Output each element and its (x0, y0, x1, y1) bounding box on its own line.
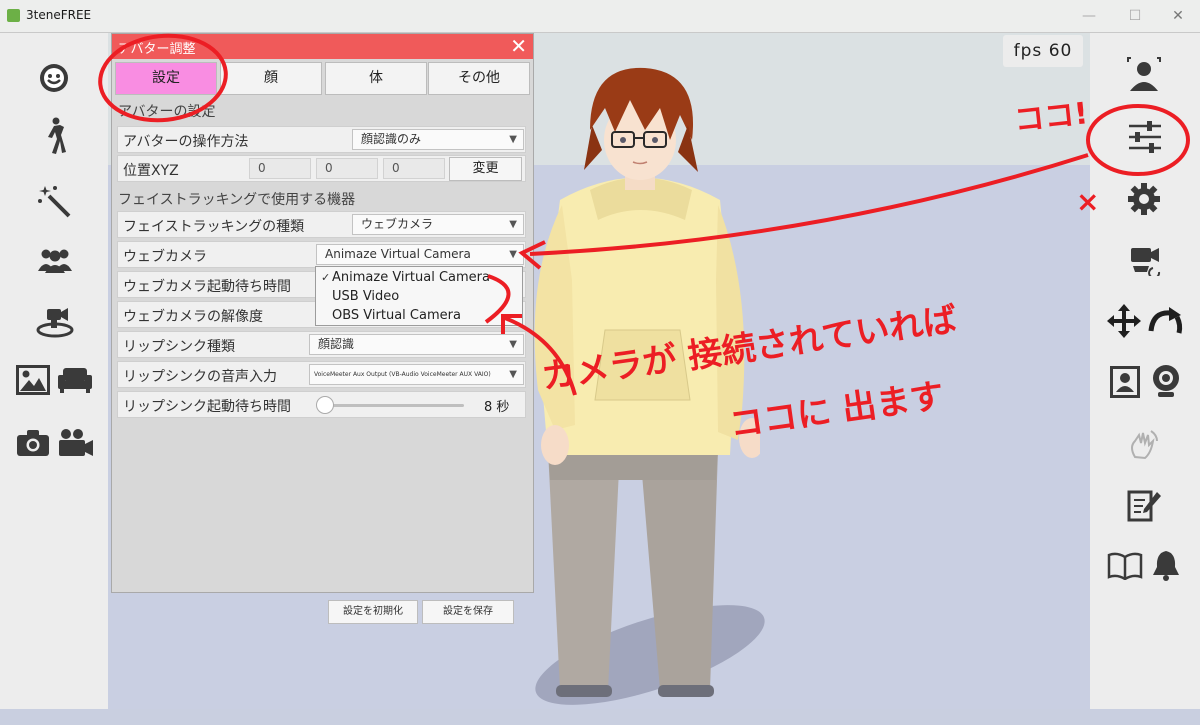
lipsync-type-label: リップシンク種類 (123, 339, 235, 355)
minimize-button[interactable]: — (1067, 4, 1111, 28)
left-sidebar (0, 33, 108, 709)
lipsync-input-label: リップシンクの音声入力 (123, 369, 277, 385)
panel-header: アバター調整 ✕ (112, 34, 533, 59)
dropdown-option-obs[interactable]: OBS Virtual Camera (332, 308, 461, 323)
video-camera-icon[interactable] (56, 427, 96, 459)
save-settings-button[interactable]: 設定を保存 (422, 600, 514, 624)
window-title: 3teneFREE (26, 8, 92, 22)
magic-wand-icon[interactable] (36, 183, 74, 219)
image-icon[interactable] (14, 363, 52, 397)
sliders-icon[interactable] (1126, 119, 1164, 155)
lipsync-type-value: 顔認識 (318, 337, 355, 351)
operation-method-select[interactable]: 顔認識のみ ▼ (352, 129, 524, 150)
tracking-type-label: フェイストラッキングの種類 (123, 219, 305, 235)
dropdown-option-usb-video[interactable]: USB Video (332, 289, 399, 304)
position-x-input[interactable]: 0 (249, 158, 311, 179)
webcam-select[interactable]: Animaze Virtual Camera ▼ (316, 244, 524, 265)
portrait-icon[interactable] (1108, 365, 1142, 399)
close-button[interactable]: ✕ (1156, 4, 1200, 28)
tracking-type-value: ウェブカメラ (361, 217, 434, 231)
maximize-button[interactable]: ☐ (1113, 4, 1157, 28)
panel-close-button[interactable]: ✕ (510, 35, 527, 57)
pose-figure-icon[interactable] (40, 117, 70, 155)
row-tracking-type: フェイストラッキングの種類 ウェブカメラ ▼ (117, 211, 526, 238)
operation-method-label: アバターの操作方法 (123, 134, 249, 150)
webcam-label: ウェブカメラ (123, 249, 207, 265)
row-lipsync-type: リップシンク種類 顔認識 ▼ (117, 331, 526, 358)
row-operation-method: アバターの操作方法 顔認識のみ ▼ (117, 126, 526, 153)
camera-stage-icon[interactable] (34, 305, 76, 339)
reset-settings-button[interactable]: 設定を初期化 (328, 600, 418, 624)
sofa-icon[interactable] (56, 365, 94, 395)
section-tracking-device: フェイストラッキングで使用する機器 (118, 192, 356, 208)
app-icon (7, 9, 20, 22)
rotate-arrow-icon[interactable] (1146, 305, 1186, 339)
chevron-down-icon: ▼ (509, 249, 517, 260)
lipsync-wait-slider-thumb[interactable] (316, 396, 335, 414)
lipsync-wait-value: 8 秒 (484, 400, 510, 415)
chevron-down-icon: ▼ (509, 219, 517, 230)
lipsync-wait-slider[interactable] (318, 404, 464, 407)
group-people-icon[interactable] (36, 245, 74, 275)
row-lipsync-input: リップシンクの音声入力 VoiceMeeter Aux Output (VB-A… (117, 361, 526, 388)
position-y-input[interactable]: 0 (316, 158, 378, 179)
panel-title: アバター調整 (118, 42, 196, 57)
right-sidebar (1090, 33, 1200, 709)
book-icon[interactable] (1106, 549, 1144, 583)
webcam-icon[interactable] (1148, 363, 1184, 399)
lipsync-wait-label: リップシンク起動待ち時間 (123, 399, 291, 415)
lipsync-type-select[interactable]: 顔認識 ▼ (309, 334, 524, 355)
chevron-down-icon: ▼ (509, 339, 517, 350)
row-position-xyz: 位置XYZ 0 0 0 変更 (117, 155, 526, 182)
dropdown-option-animaze[interactable]: Animaze Virtual Camera (332, 270, 490, 285)
position-xyz-label: 位置XYZ (123, 163, 179, 179)
chevron-down-icon: ▼ (509, 134, 517, 145)
lipsync-input-value: VoiceMeeter Aux Output (VB-Audio VoiceMe… (314, 371, 491, 378)
fps-counter: fps 60 (1003, 35, 1083, 67)
lipsync-input-select[interactable]: VoiceMeeter Aux Output (VB-Audio VoiceMe… (309, 364, 524, 385)
smiley-icon[interactable] (37, 61, 71, 95)
operation-method-value: 顔認識のみ (361, 132, 422, 146)
tab-face[interactable]: 顔 (220, 62, 322, 95)
change-button[interactable]: 変更 (449, 157, 522, 181)
tab-body[interactable]: 体 (325, 62, 427, 95)
position-z-input[interactable]: 0 (383, 158, 445, 179)
photo-camera-icon[interactable] (14, 427, 52, 459)
camera-rotate-icon[interactable] (1126, 243, 1164, 277)
tracking-type-select[interactable]: ウェブカメラ ▼ (352, 214, 524, 235)
row-webcam: ウェブカメラ Animaze Virtual Camera ▼ (117, 241, 526, 268)
tab-settings[interactable]: 設定 (115, 62, 217, 95)
face-scan-icon[interactable] (1126, 56, 1162, 94)
webcam-dropdown-list: ✓ Animaze Virtual Camera USB Video OBS V… (315, 266, 523, 326)
row-lipsync-wait: リップシンク起動待ち時間 8 秒 (117, 391, 526, 418)
move-arrows-icon[interactable] (1106, 303, 1142, 339)
edit-note-icon[interactable] (1126, 487, 1162, 523)
annotation-koko: ココ! (1012, 96, 1090, 139)
gear-icon[interactable] (1126, 181, 1162, 217)
hand-wave-icon[interactable] (1126, 426, 1162, 462)
tab-other[interactable]: その他 (428, 62, 530, 95)
check-icon: ✓ (321, 271, 331, 284)
section-avatar-settings: アバターの設定 (118, 104, 216, 120)
bell-icon[interactable] (1148, 547, 1184, 583)
webcam-wait-label: ウェブカメラ起動待ち時間 (123, 279, 291, 295)
chevron-down-icon: ▼ (509, 369, 517, 380)
webcam-value: Animaze Virtual Camera (325, 247, 471, 261)
title-bar: 3teneFREE — ☐ ✕ (0, 0, 1200, 33)
annotation-mark: × (1076, 185, 1100, 218)
webcam-resolution-label: ウェブカメラの解像度 (123, 309, 263, 325)
